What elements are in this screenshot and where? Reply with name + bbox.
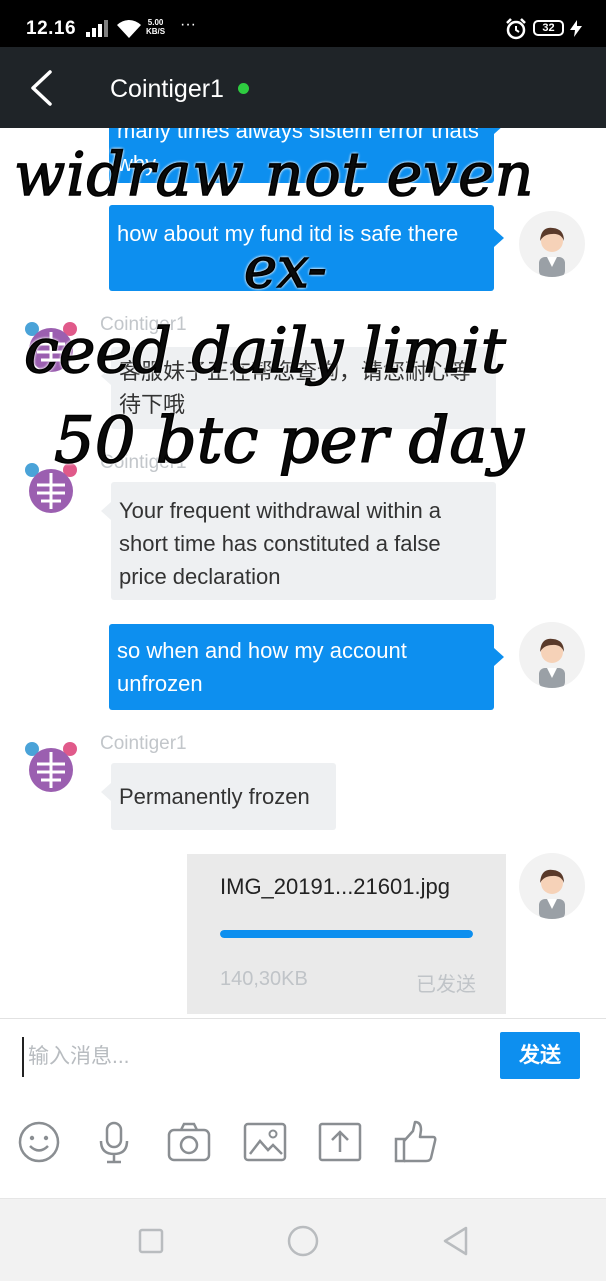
cointiger-avatar[interactable] <box>23 461 79 517</box>
wifi-icon <box>117 20 141 38</box>
file-sent-status: 已发送 <box>416 974 476 996</box>
sender-name: Cointiger1 <box>100 733 187 754</box>
sender-name: Cointiger1 <box>100 314 187 335</box>
cointiger-avatar[interactable] <box>23 740 79 796</box>
sender-name: Cointiger1 <box>100 452 187 473</box>
message-list[interactable]: many times always sistem error thats why… <box>0 128 606 1018</box>
incoming-message: Permanently frozen <box>101 763 336 830</box>
tiger-logo-icon <box>25 322 77 372</box>
camera-icon[interactable] <box>166 1119 212 1165</box>
network-speed: 5.00 KB/S <box>146 18 166 36</box>
user-avatar-icon <box>539 227 565 277</box>
back-arrow-icon[interactable] <box>28 69 54 107</box>
battery-icon: 32 <box>533 20 564 36</box>
online-indicator <box>238 83 249 94</box>
upload-progress-fill <box>220 930 473 938</box>
signal-icon <box>86 20 108 37</box>
user-avatar[interactable] <box>519 853 585 919</box>
chat-header: Cointiger1 <box>0 47 606 128</box>
status-time: 12.16 <box>26 18 77 39</box>
user-avatar-icon <box>539 869 565 919</box>
upload-icon[interactable] <box>317 1119 363 1165</box>
send-button[interactable]: 发送 <box>500 1032 580 1079</box>
charging-icon <box>570 20 582 37</box>
image-icon[interactable] <box>242 1119 288 1165</box>
file-size: 140,30KB <box>220 968 308 990</box>
user-avatar[interactable] <box>519 211 585 277</box>
chat-title: Cointiger1 <box>110 75 224 103</box>
cointiger-avatar[interactable] <box>23 320 79 376</box>
outgoing-message: how about my fund itd is safe there <box>109 205 504 291</box>
recents-icon[interactable] <box>138 1228 164 1254</box>
composer: 发送 <box>0 1018 606 1199</box>
alarm-icon <box>506 18 526 40</box>
incoming-message: Your frequent withdrawal within a short … <box>101 482 496 600</box>
thumbs-up-icon[interactable] <box>393 1119 439 1165</box>
status-bar: 12.16 5.00 KB/S ··· 32 <box>0 0 606 47</box>
file-attachment[interactable]: IMG_20191...21601.jpg 140,30KB 已发送 <box>187 854 506 1014</box>
outgoing-message: many times always sistem error thats why <box>109 128 504 183</box>
message-input[interactable] <box>22 1037 490 1077</box>
more-notifications-icon: ··· <box>180 16 196 33</box>
user-avatar-icon <box>539 638 565 688</box>
microphone-icon[interactable] <box>91 1119 137 1165</box>
emoji-icon[interactable] <box>16 1119 62 1165</box>
system-nav-bar <box>0 1198 606 1281</box>
tiger-logo-icon <box>25 463 77 513</box>
file-name: IMG_20191...21601.jpg <box>220 874 450 899</box>
outgoing-message: so when and how my account unfrozen <box>109 624 504 710</box>
home-icon[interactable] <box>287 1225 319 1257</box>
incoming-message: 客服妹子正在帮您查询，请您耐心等待下哦 <box>101 347 496 429</box>
back-nav-icon[interactable] <box>441 1225 469 1257</box>
upload-progress-bar <box>220 930 473 938</box>
user-avatar[interactable] <box>519 622 585 688</box>
tiger-logo-icon <box>25 742 77 792</box>
